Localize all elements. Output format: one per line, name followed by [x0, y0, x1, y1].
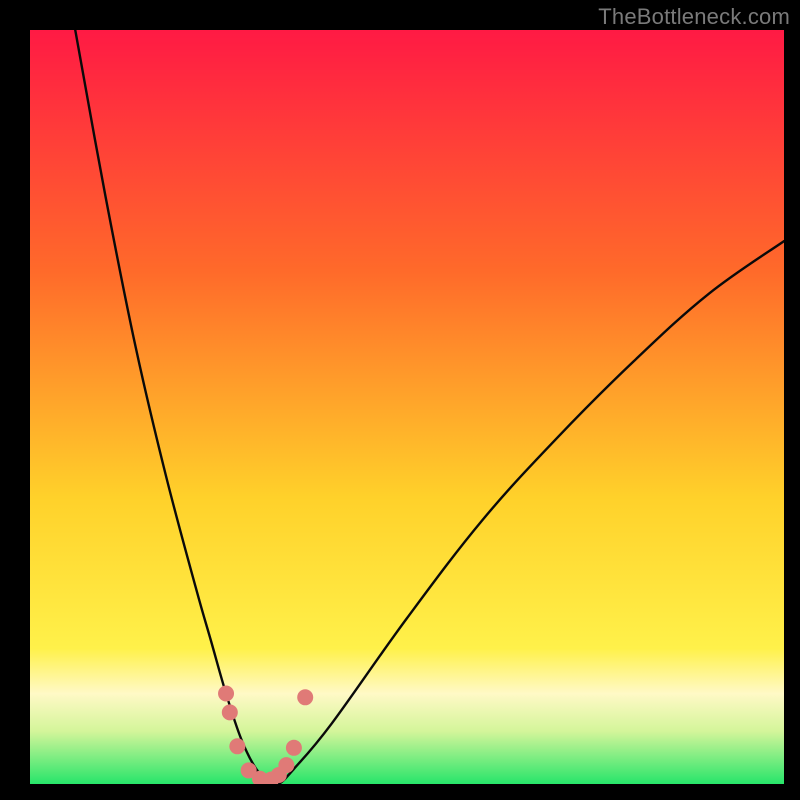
data-marker: [297, 689, 313, 705]
data-marker: [278, 757, 294, 773]
gradient-background: [30, 30, 784, 784]
data-marker: [286, 740, 302, 756]
data-marker: [229, 738, 245, 754]
data-marker: [222, 704, 238, 720]
plot-area: [30, 30, 784, 784]
data-marker: [218, 686, 234, 702]
bottleneck-chart-svg: [30, 30, 784, 784]
watermark-text: TheBottleneck.com: [598, 4, 790, 30]
chart-frame: TheBottleneck.com: [0, 0, 800, 800]
